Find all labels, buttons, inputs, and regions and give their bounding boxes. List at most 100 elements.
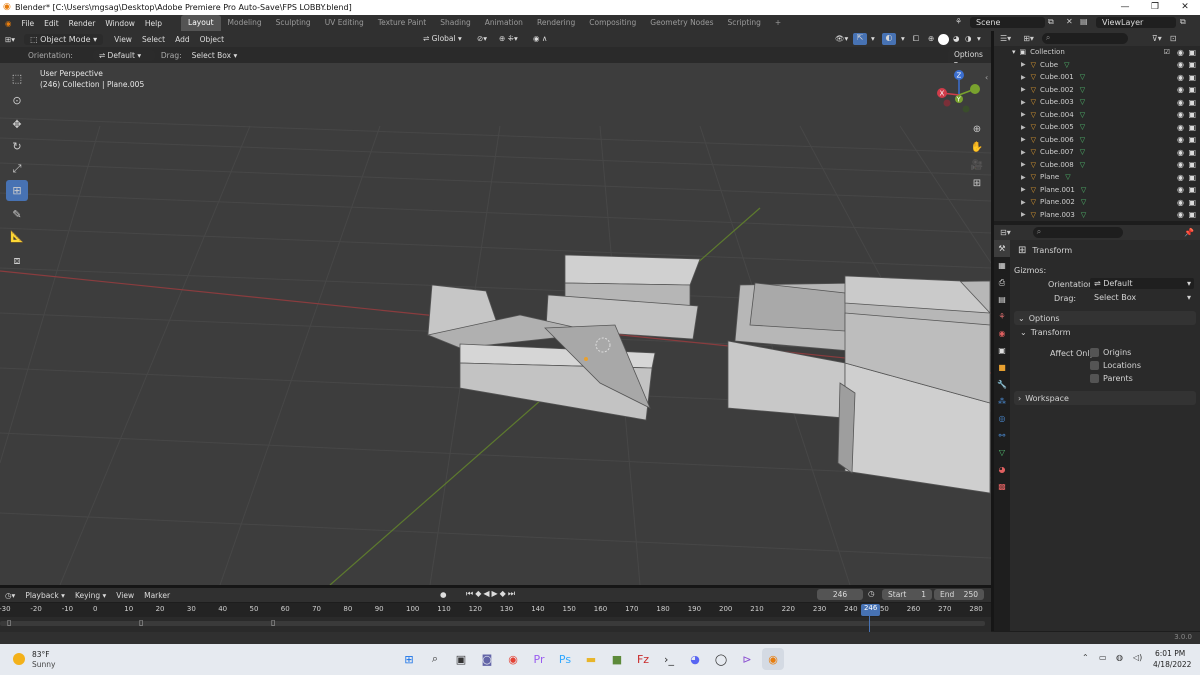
scene-remove-icon[interactable]: ✕ xyxy=(1066,17,1073,26)
move-tool-icon[interactable]: ✥ xyxy=(6,114,28,135)
camera-icon[interactable]: ▣ xyxy=(1188,148,1196,157)
eye-icon[interactable]: ◉ xyxy=(1177,185,1184,194)
rotate-tool-icon[interactable]: ↻ xyxy=(6,136,28,157)
pan-hand-icon[interactable]: ✋ xyxy=(968,138,986,156)
maximize-icon[interactable]: ❐ xyxy=(1140,0,1170,15)
scene-copy-icon[interactable]: ⧉ xyxy=(1048,17,1054,27)
eye-icon[interactable]: ◉ xyxy=(1177,85,1184,94)
xray-icon[interactable]: ⧠ xyxy=(908,34,924,44)
jump-end-icon[interactable]: ⏭ xyxy=(508,589,517,598)
eye-icon[interactable]: ◉ xyxy=(1177,73,1184,82)
playhead-frame-indicator[interactable]: 246 xyxy=(860,604,881,616)
constraints-tab-icon[interactable]: ⚯ xyxy=(994,427,1010,444)
select-tool-icon[interactable]: ⬚ xyxy=(6,68,28,89)
display-icon[interactable]: ▭ xyxy=(1099,653,1107,662)
tab-compositing[interactable]: Compositing xyxy=(582,15,643,31)
network-icon[interactable]: ◍ xyxy=(1116,653,1123,662)
camera-icon[interactable]: ▣ xyxy=(1188,85,1196,94)
menu-view[interactable]: View xyxy=(109,35,137,44)
origins-checkbox[interactable]: Origins xyxy=(1090,348,1131,357)
eye-icon[interactable]: ◉ xyxy=(1177,160,1184,169)
camera-icon[interactable]: ▣ xyxy=(1188,110,1196,119)
parents-checkbox-box[interactable] xyxy=(1090,374,1099,383)
pin-icon[interactable]: 📌 xyxy=(1184,228,1194,237)
scale-tool-icon[interactable]: ⤢ xyxy=(6,158,28,179)
minecraft-icon[interactable]: ■ xyxy=(606,648,628,670)
particles-tab-icon[interactable]: ⁂ xyxy=(994,393,1010,410)
editor-type-icon[interactable]: ⊞▾ xyxy=(0,35,20,44)
record-icon[interactable]: ● xyxy=(440,590,447,599)
menu-add[interactable]: Add xyxy=(170,35,195,44)
new-collection-icon[interactable]: ⊡ xyxy=(1170,34,1177,43)
start-frame-field[interactable]: Start 1 xyxy=(882,589,932,600)
outliner-search[interactable]: ⌕ xyxy=(1041,33,1128,44)
discord-icon[interactable]: ◕ xyxy=(684,648,706,670)
menu-render[interactable]: Render xyxy=(64,19,101,28)
outliner-editor-icon[interactable]: ☰▾ xyxy=(1000,34,1011,43)
viewlayer-selector[interactable]: ViewLayer xyxy=(1096,17,1176,28)
render-tab-icon[interactable]: ▦ xyxy=(994,257,1010,274)
camera-icon[interactable]: ▣ xyxy=(1188,185,1196,194)
play-icon[interactable]: ▶ xyxy=(492,589,500,598)
shading-dropdown-icon[interactable]: ▾ xyxy=(972,34,986,43)
locations-checkbox[interactable]: Locations xyxy=(1090,361,1141,370)
transform-tool-icon[interactable]: ⊞ xyxy=(6,180,28,201)
collection-checkbox-icon[interactable]: ☑ xyxy=(1164,48,1170,56)
playback-menu[interactable]: Playback ▾ xyxy=(20,591,70,600)
terminal-icon[interactable]: ›_ xyxy=(658,648,680,670)
perspective-grid-icon[interactable]: ⊞ xyxy=(968,174,986,192)
outliner-item[interactable]: ▶ ▽ Cube.007 ▽ ◉ ▣ xyxy=(994,146,1200,159)
gizmo-orientation-dropdown[interactable]: ⇌ Default ▾ xyxy=(1090,278,1194,289)
outliner-item[interactable]: ▶ ▽ Cube.004 ▽ ◉ ▣ xyxy=(994,109,1200,122)
frame-ruler[interactable]: -30 -20 -10 0 10 20 30 40 50 60 70 80 90 100 110 120 130… xyxy=(0,603,991,617)
minimize-icon[interactable]: — xyxy=(1110,0,1140,15)
clock-date[interactable]: 4/18/2022 xyxy=(1153,660,1191,669)
scene-icon[interactable]: ⚘ xyxy=(955,17,962,26)
shading-wireframe-icon[interactable]: ⊕ xyxy=(923,34,939,43)
camera-icon[interactable]: ▣ xyxy=(1188,210,1196,219)
zoom-icon[interactable]: ⊕ xyxy=(968,120,986,138)
orientation-dropdown[interactable]: ⇌ Default ▾ xyxy=(92,49,155,61)
eye-icon[interactable]: ◉ xyxy=(1177,135,1184,144)
outliner-item[interactable]: ▶ ▽ Plane.003 ▽ ◉ ▣ xyxy=(994,209,1200,222)
scene-tab-icon[interactable]: ⚘ xyxy=(994,308,1010,325)
menu-edit[interactable]: Edit xyxy=(39,19,64,28)
expand-arrow-icon[interactable]: ▶ xyxy=(1021,61,1026,68)
camera-icon[interactable]: ▣ xyxy=(1188,135,1196,144)
locations-checkbox-box[interactable] xyxy=(1090,361,1099,370)
outliner-item[interactable]: ▶ ▽ Cube.002 ▽ ◉ ▣ xyxy=(994,84,1200,97)
outliner-item[interactable]: ▶ ▽ Plane.002 ▽ ◉ ▣ xyxy=(994,196,1200,209)
scene-selector[interactable]: Scene xyxy=(970,17,1045,28)
eye-icon[interactable]: ◉ xyxy=(1177,60,1184,69)
tab-sculpting[interactable]: Sculpting xyxy=(269,15,318,31)
camera-icon[interactable]: ▣ xyxy=(1188,123,1196,132)
data-tab-icon[interactable]: ▽ xyxy=(994,444,1010,461)
camera-icon[interactable]: ▣ xyxy=(1188,48,1196,57)
camera-icon[interactable]: ▣ xyxy=(1188,98,1196,107)
file-explorer-icon[interactable]: ▬ xyxy=(580,648,602,670)
eye-icon[interactable]: ◉ xyxy=(1177,123,1184,132)
outliner-item[interactable]: ▶ ▽ Cube.005 ▽ ◉ ▣ xyxy=(994,121,1200,134)
material-tab-icon[interactable]: ◕ xyxy=(994,461,1010,478)
expand-arrow-icon[interactable]: ▶ xyxy=(1021,199,1026,206)
eye-icon[interactable]: ◉ xyxy=(1177,148,1184,157)
outliner-item[interactable]: ▶ ▽ Plane.001 ▽ ◉ ▣ xyxy=(994,184,1200,197)
visual-studio-icon[interactable]: ⊳ xyxy=(736,648,758,670)
next-key-icon[interactable]: ◆ xyxy=(500,589,508,598)
eye-icon[interactable]: ◉ xyxy=(1177,198,1184,207)
display-mode-icon[interactable]: ⊞▾ xyxy=(1023,34,1034,43)
keying-menu[interactable]: Keying ▾ xyxy=(70,591,111,600)
github-icon[interactable]: ◯ xyxy=(710,648,732,670)
teams-chat-icon[interactable]: ◙ xyxy=(476,648,498,670)
tab-shading[interactable]: Shading xyxy=(433,15,477,31)
filter-icon[interactable]: ⊽▾ xyxy=(1152,34,1162,43)
visibility-icon[interactable]: 👁▾ xyxy=(830,34,853,43)
camera-icon[interactable]: ▣ xyxy=(1188,198,1196,207)
filezilla-icon[interactable]: Fz xyxy=(632,648,654,670)
gizmo-toggle-icon[interactable]: ⇱ xyxy=(853,33,867,45)
menu-select[interactable]: Select xyxy=(137,35,170,44)
tool-tab-icon[interactable]: ⚒ xyxy=(994,240,1010,257)
parents-checkbox[interactable]: Parents xyxy=(1090,374,1133,383)
tab-layout[interactable]: Layout xyxy=(181,15,221,31)
origins-checkbox-box[interactable] xyxy=(1090,348,1099,357)
